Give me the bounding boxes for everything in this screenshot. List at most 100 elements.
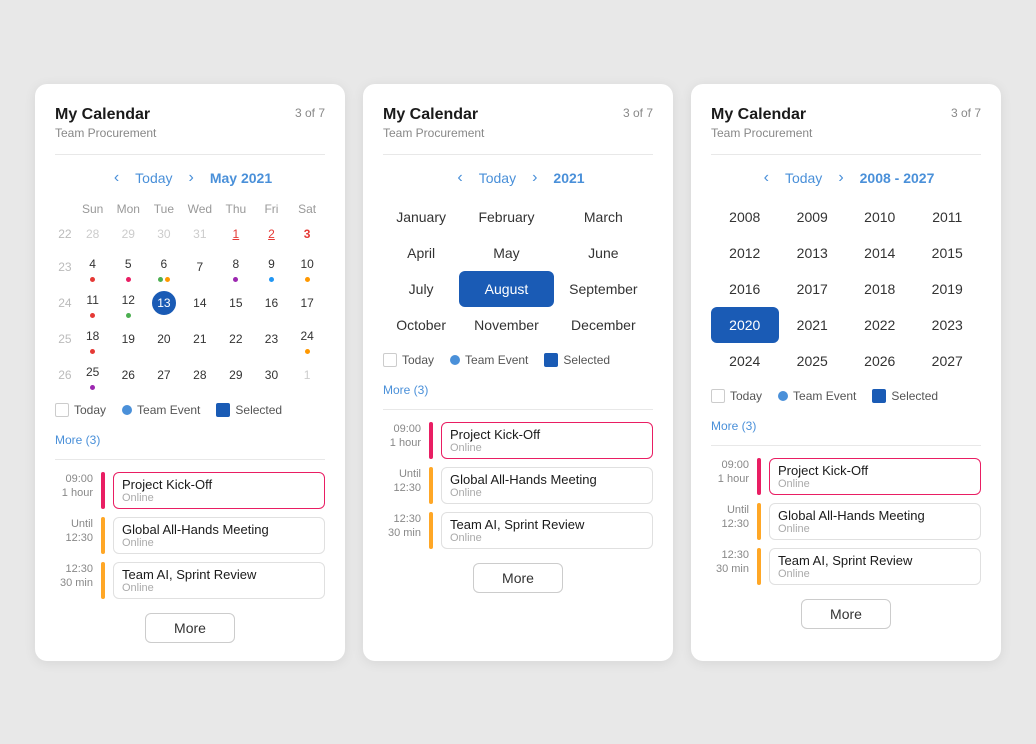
month-cell[interactable]: June xyxy=(554,235,653,271)
event-content[interactable]: Global All-Hands Meeting Online xyxy=(113,517,325,554)
year-cell[interactable]: 2014 xyxy=(846,235,914,271)
event-content[interactable]: Project Kick-Off Online xyxy=(441,422,653,459)
calendar-day[interactable]: 17 xyxy=(289,285,325,321)
event-content[interactable]: Team AI, Sprint Review Online xyxy=(441,512,653,549)
calendar-day[interactable]: 11 xyxy=(75,285,111,321)
year-cell[interactable]: 2021 xyxy=(779,307,847,343)
month-cell[interactable]: September xyxy=(554,271,653,307)
event-row[interactable]: 09:00 1 hour Project Kick-Off Online xyxy=(55,472,325,509)
year-cell[interactable]: 2025 xyxy=(779,343,847,379)
today-button[interactable]: Today xyxy=(479,170,516,186)
event-content[interactable]: Global All-Hands Meeting Online xyxy=(769,503,981,540)
calendar-day[interactable]: 5 xyxy=(110,249,146,285)
event-row[interactable]: Until 12:30 Global All-Hands Meeting Onl… xyxy=(383,467,653,504)
calendar-day[interactable]: 15 xyxy=(218,285,254,321)
calendar-day[interactable]: 8 xyxy=(218,249,254,285)
event-row[interactable]: 09:00 1 hour Project Kick-Off Online xyxy=(383,422,653,459)
year-cell[interactable]: 2010 xyxy=(846,199,914,235)
more-button[interactable]: More xyxy=(801,599,891,629)
year-cell[interactable]: 2026 xyxy=(846,343,914,379)
year-cell[interactable]: 2019 xyxy=(914,271,982,307)
calendar-day[interactable]: 27 xyxy=(146,357,182,393)
calendar-day[interactable]: 1 xyxy=(289,357,325,393)
year-cell[interactable]: 2024 xyxy=(711,343,779,379)
event-content[interactable]: Project Kick-Off Online xyxy=(113,472,325,509)
calendar-day[interactable]: 2 xyxy=(254,219,290,249)
calendar-day[interactable]: 26 xyxy=(110,357,146,393)
month-cell[interactable]: February xyxy=(459,199,553,235)
legend-more-button[interactable]: More (3) xyxy=(55,433,100,447)
calendar-day[interactable]: 23 xyxy=(254,321,290,357)
month-cell[interactable]: August xyxy=(459,271,553,307)
event-row[interactable]: 12:30 30 min Team AI, Sprint Review Onli… xyxy=(383,512,653,549)
month-cell[interactable]: April xyxy=(383,235,459,271)
next-button[interactable]: › xyxy=(526,167,543,189)
prev-button[interactable]: ‹ xyxy=(451,167,468,189)
calendar-day[interactable]: 12 xyxy=(110,285,146,321)
calendar-day[interactable]: 28 xyxy=(182,357,218,393)
month-cell[interactable]: May xyxy=(459,235,553,271)
year-cell[interactable]: 2027 xyxy=(914,343,982,379)
event-content[interactable]: Project Kick-Off Online xyxy=(769,458,981,495)
month-cell[interactable]: December xyxy=(554,307,653,343)
calendar-day[interactable]: 16 xyxy=(254,285,290,321)
calendar-day[interactable]: 30 xyxy=(254,357,290,393)
month-cell[interactable]: January xyxy=(383,199,459,235)
event-row[interactable]: 12:30 30 min Team AI, Sprint Review Onli… xyxy=(711,548,981,585)
event-row[interactable]: 09:00 1 hour Project Kick-Off Online xyxy=(711,458,981,495)
calendar-day[interactable]: 7 xyxy=(182,249,218,285)
legend-more-button[interactable]: More (3) xyxy=(383,383,428,397)
today-button[interactable]: Today xyxy=(785,170,822,186)
next-button[interactable]: › xyxy=(832,167,849,189)
month-cell[interactable]: October xyxy=(383,307,459,343)
calendar-day[interactable]: 30 xyxy=(146,219,182,249)
legend-more-button[interactable]: More (3) xyxy=(711,419,756,433)
calendar-day[interactable]: 24 xyxy=(289,321,325,357)
prev-button[interactable]: ‹ xyxy=(758,167,775,189)
year-cell[interactable]: 2020 xyxy=(711,307,779,343)
more-button[interactable]: More xyxy=(473,563,563,593)
month-cell[interactable]: March xyxy=(554,199,653,235)
calendar-day[interactable]: 31 xyxy=(182,219,218,249)
event-content[interactable]: Team AI, Sprint Review Online xyxy=(113,562,325,599)
calendar-day[interactable]: 20 xyxy=(146,321,182,357)
year-cell[interactable]: 2016 xyxy=(711,271,779,307)
calendar-day[interactable]: 29 xyxy=(110,219,146,249)
event-content[interactable]: Global All-Hands Meeting Online xyxy=(441,467,653,504)
calendar-day[interactable]: 9 xyxy=(254,249,290,285)
year-cell[interactable]: 2008 xyxy=(711,199,779,235)
event-content[interactable]: Team AI, Sprint Review Online xyxy=(769,548,981,585)
prev-button[interactable]: ‹ xyxy=(108,167,125,189)
calendar-day[interactable]: 13 xyxy=(146,285,182,321)
calendar-day[interactable]: 28 xyxy=(75,219,111,249)
calendar-day[interactable]: 22 xyxy=(218,321,254,357)
calendar-day[interactable]: 25 xyxy=(75,357,111,393)
year-cell[interactable]: 2009 xyxy=(779,199,847,235)
year-cell[interactable]: 2018 xyxy=(846,271,914,307)
year-cell[interactable]: 2017 xyxy=(779,271,847,307)
year-cell[interactable]: 2022 xyxy=(846,307,914,343)
calendar-day[interactable]: 6 xyxy=(146,249,182,285)
year-cell[interactable]: 2012 xyxy=(711,235,779,271)
event-row[interactable]: Until 12:30 Global All-Hands Meeting Onl… xyxy=(55,517,325,554)
calendar-day[interactable]: 10 xyxy=(289,249,325,285)
today-button[interactable]: Today xyxy=(135,170,172,186)
calendar-day[interactable]: 18 xyxy=(75,321,111,357)
more-button[interactable]: More xyxy=(145,613,235,643)
year-cell[interactable]: 2011 xyxy=(914,199,982,235)
month-cell[interactable]: July xyxy=(383,271,459,307)
event-row[interactable]: 12:30 30 min Team AI, Sprint Review Onli… xyxy=(55,562,325,599)
next-button[interactable]: › xyxy=(183,167,200,189)
month-cell[interactable]: November xyxy=(459,307,553,343)
calendar-day[interactable]: 21 xyxy=(182,321,218,357)
event-row[interactable]: Until 12:30 Global All-Hands Meeting Onl… xyxy=(711,503,981,540)
year-cell[interactable]: 2015 xyxy=(914,235,982,271)
calendar-day[interactable]: 29 xyxy=(218,357,254,393)
year-cell[interactable]: 2013 xyxy=(779,235,847,271)
calendar-day[interactable]: 14 xyxy=(182,285,218,321)
calendar-day[interactable]: 3 xyxy=(289,219,325,249)
calendar-day[interactable]: 19 xyxy=(110,321,146,357)
calendar-day[interactable]: 4 xyxy=(75,249,111,285)
calendar-day[interactable]: 1 xyxy=(218,219,254,249)
year-cell[interactable]: 2023 xyxy=(914,307,982,343)
